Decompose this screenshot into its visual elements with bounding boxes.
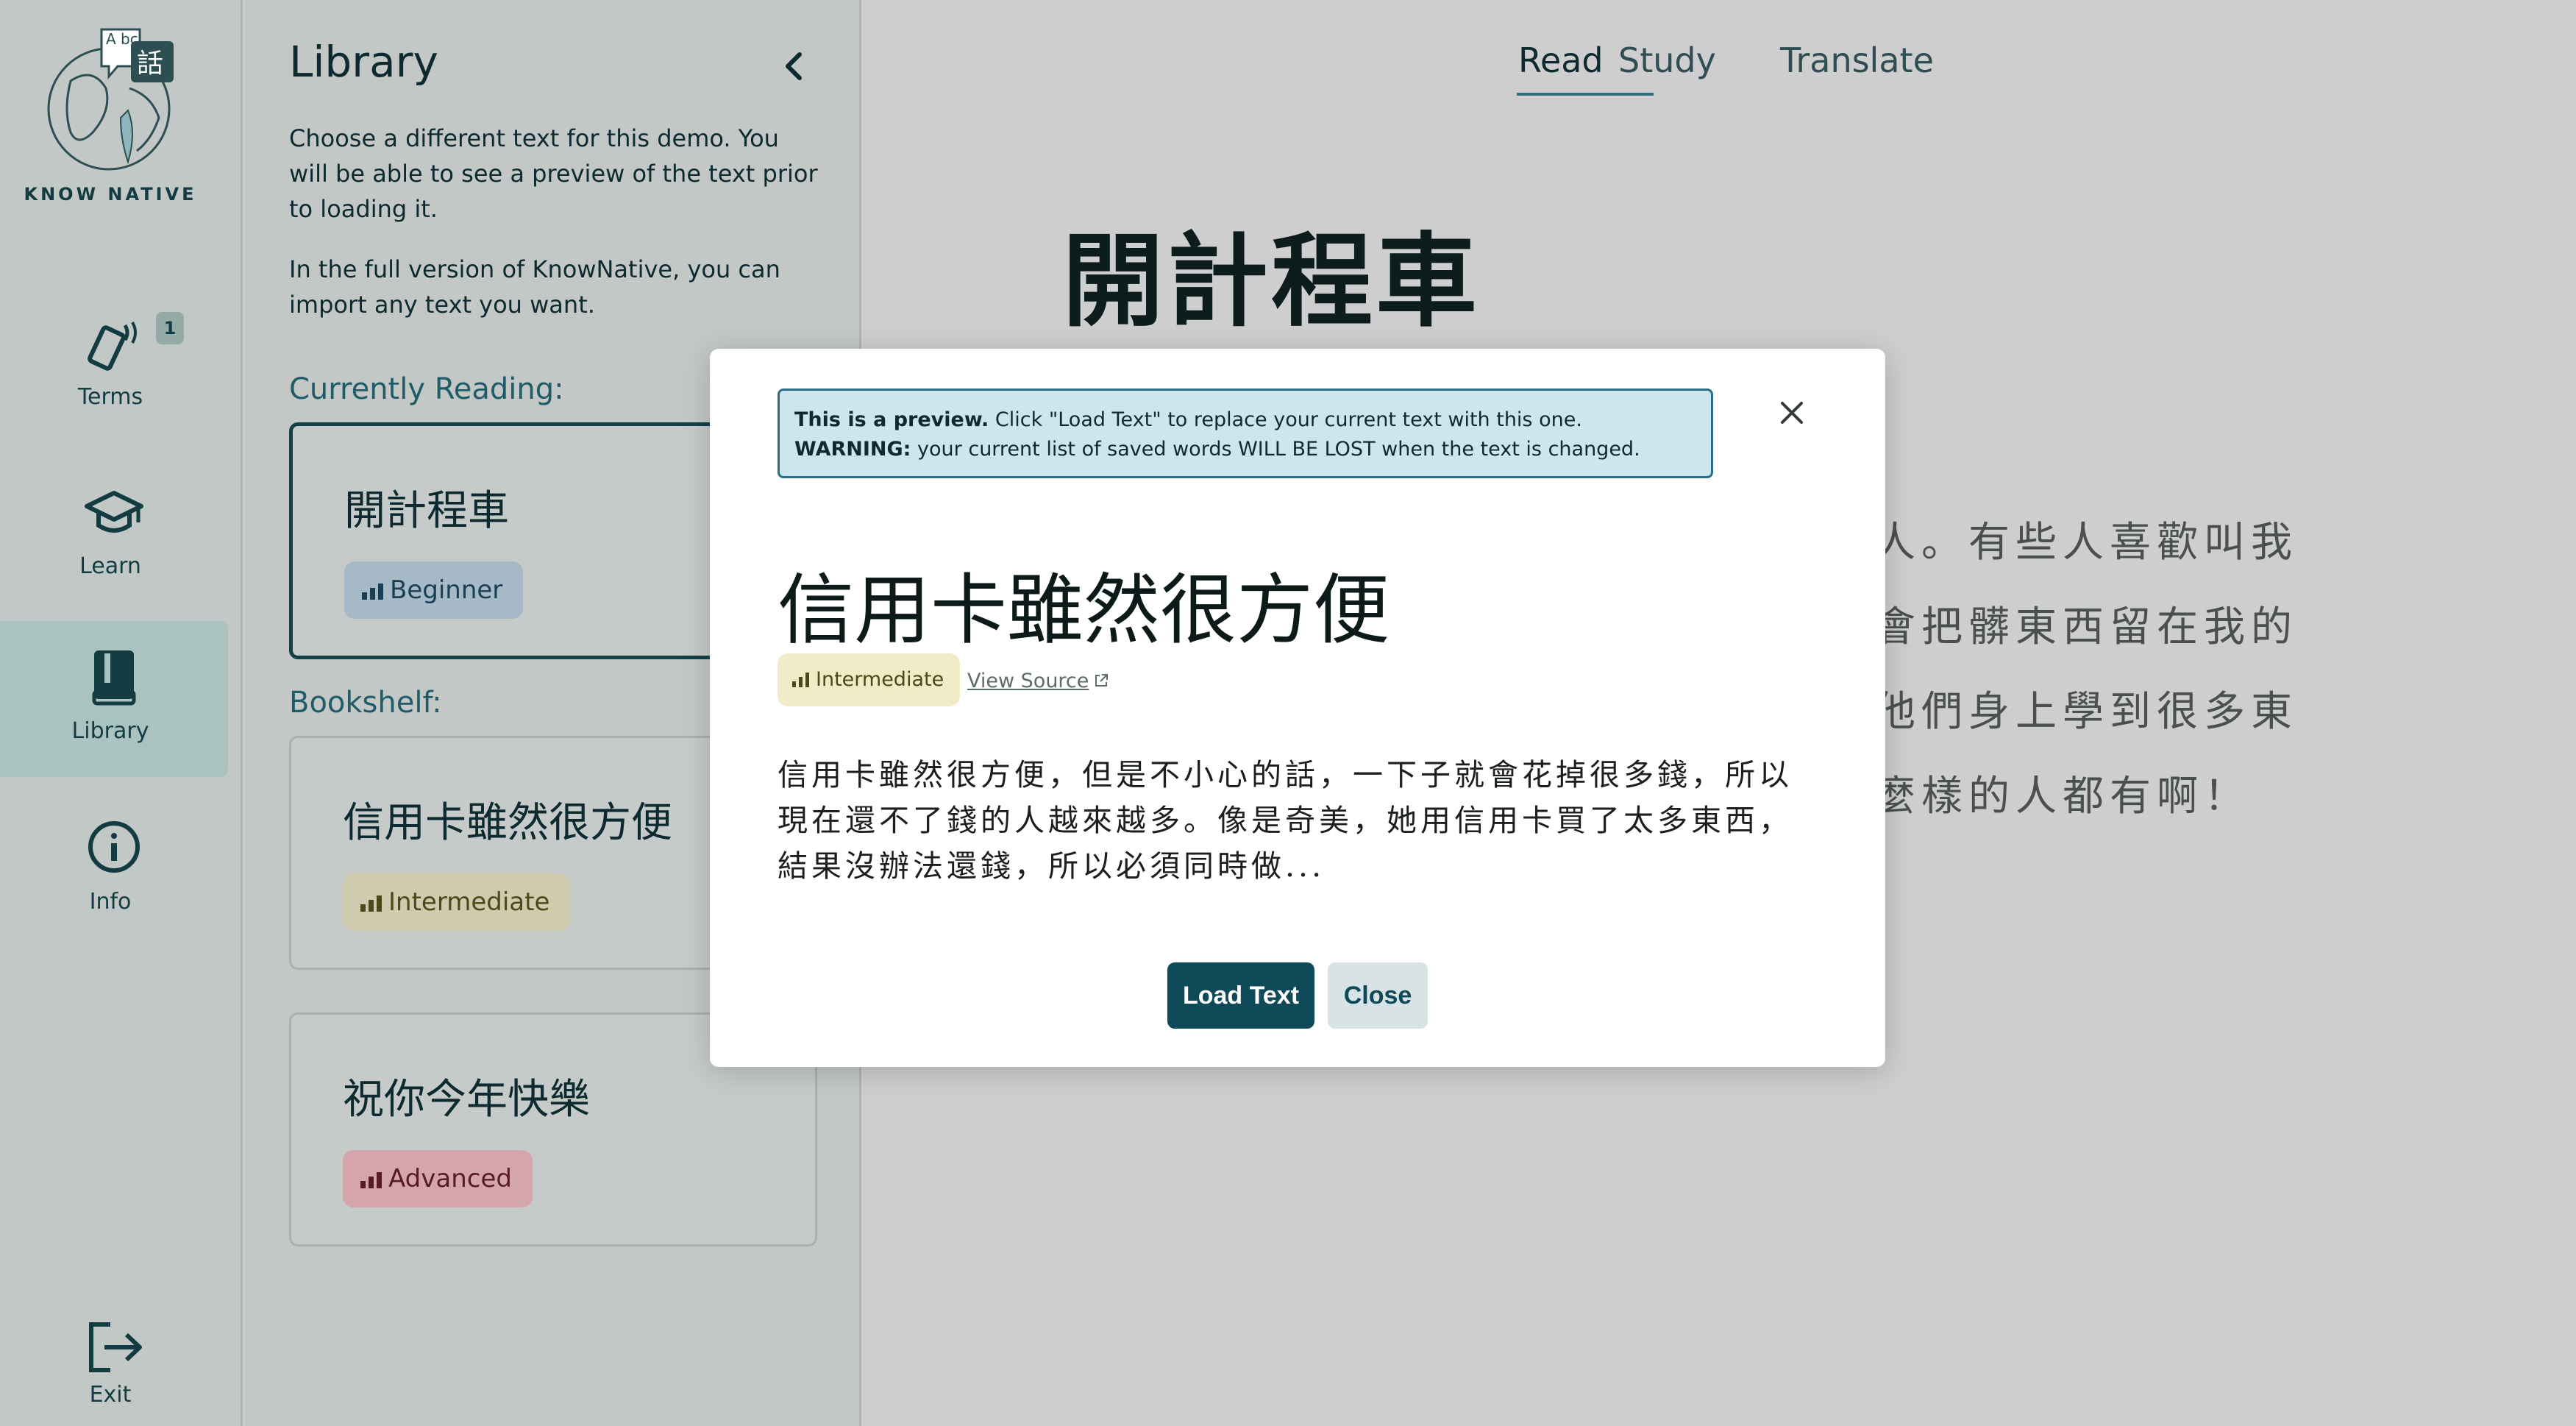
nav-item-library[interactable]: Library: [0, 621, 228, 777]
book-icon: [92, 650, 136, 706]
nav-rail: A bc 話 KNOW NATIVE Terms 1 Learn Library: [0, 0, 243, 1426]
preview-text: 信用卡雖然很方便，但是不小心的話，一下子就會花掉很多錢，所以現在還不了錢的人越來…: [778, 757, 1793, 884]
phone-swipe-icon: [88, 322, 137, 371]
tab-study[interactable]: Study: [1618, 40, 1716, 80]
brand-name: KNOW NATIVE: [24, 184, 197, 205]
signal-bars-icon: [362, 583, 383, 600]
signal-bars-icon: [360, 895, 382, 912]
terms-count-badge: 1: [156, 312, 184, 344]
chevron-left-icon[interactable]: [772, 44, 816, 88]
graduation-cap-icon: [85, 491, 143, 533]
library-title: Library: [289, 37, 438, 87]
level-badge: Intermediate: [778, 653, 961, 706]
reader-line[interactable]: 多人。有些人喜歡叫我: [1827, 500, 2563, 585]
nav-label-library: Library: [71, 718, 149, 744]
svg-text:話: 話: [137, 49, 163, 79]
tab-read[interactable]: Read: [1518, 40, 1604, 80]
signal-bars-icon: [792, 673, 809, 687]
notice-text: Click "Load Text" to replace your curren…: [989, 408, 1582, 431]
preview-title: 信用卡雖然很方便: [778, 565, 1390, 655]
reader-title: 開計程車: [1062, 221, 1481, 341]
book-title: 祝你今年快樂: [343, 1076, 590, 1124]
nav-label-exit: Exit: [89, 1382, 132, 1408]
nav-item-exit[interactable]: Exit: [0, 1295, 228, 1426]
view-source-link[interactable]: View Source: [967, 670, 1109, 692]
level-badge: Intermediate: [343, 873, 571, 931]
text-preview-modal: This is a preview. Click "Load Text" to …: [710, 349, 1885, 1067]
tab-translate[interactable]: Translate: [1780, 40, 1934, 80]
nav-label-terms: Terms: [77, 384, 143, 410]
close-button[interactable]: Close: [1328, 962, 1428, 1029]
signal-bars-icon: [360, 1172, 382, 1188]
level-badge: Beginner: [344, 561, 524, 619]
reader-line[interactable]: 人會把髒東西留在我的: [1827, 585, 2563, 670]
library-description: Choose a different text for this demo. Y…: [289, 124, 818, 223]
nav-item-terms[interactable]: Terms: [0, 287, 228, 443]
globe-icon: A bc 話: [47, 28, 174, 171]
preview-warning-notice: This is a preview. Click "Load Text" to …: [778, 389, 1713, 478]
exit-icon: [89, 1322, 142, 1372]
book-title: 開計程車: [344, 487, 509, 535]
nav-item-learn[interactable]: Learn: [0, 456, 228, 612]
active-tab-indicator: [1517, 93, 1654, 96]
nav-label-info: Info: [89, 889, 132, 915]
reader-line[interactable]: 什麼樣的人都有啊！: [1827, 754, 2563, 839]
know-native-logo[interactable]: A bc 話: [41, 22, 181, 177]
reader-line[interactable]: 從他們身上學到很多東: [1827, 670, 2563, 754]
currently-reading-heading: Currently Reading:: [289, 372, 564, 406]
level-badge: Advanced: [343, 1150, 533, 1207]
load-text-button[interactable]: Load Text: [1167, 962, 1314, 1029]
notice-warning-label: WARNING:: [794, 438, 911, 461]
notice-text: your current list of saved words WILL BE…: [911, 438, 1640, 461]
reader-text: 多人。有些人喜歡叫我 人會把髒東西留在我的 從他們身上學到很多東 什麼樣的人都有…: [1827, 500, 2563, 839]
library-full-version-note: In the full version of KnowNative, you c…: [289, 255, 780, 319]
nav-label-learn: Learn: [79, 553, 141, 579]
book-title: 信用卡雖然很方便: [343, 799, 672, 847]
close-icon[interactable]: [1772, 393, 1812, 433]
external-link-icon: [1095, 674, 1109, 687]
bookshelf-heading: Bookshelf:: [289, 686, 442, 720]
notice-preview-label: This is a preview.: [794, 408, 989, 431]
nav-item-info[interactable]: Info: [0, 792, 228, 948]
info-icon: [88, 821, 140, 873]
